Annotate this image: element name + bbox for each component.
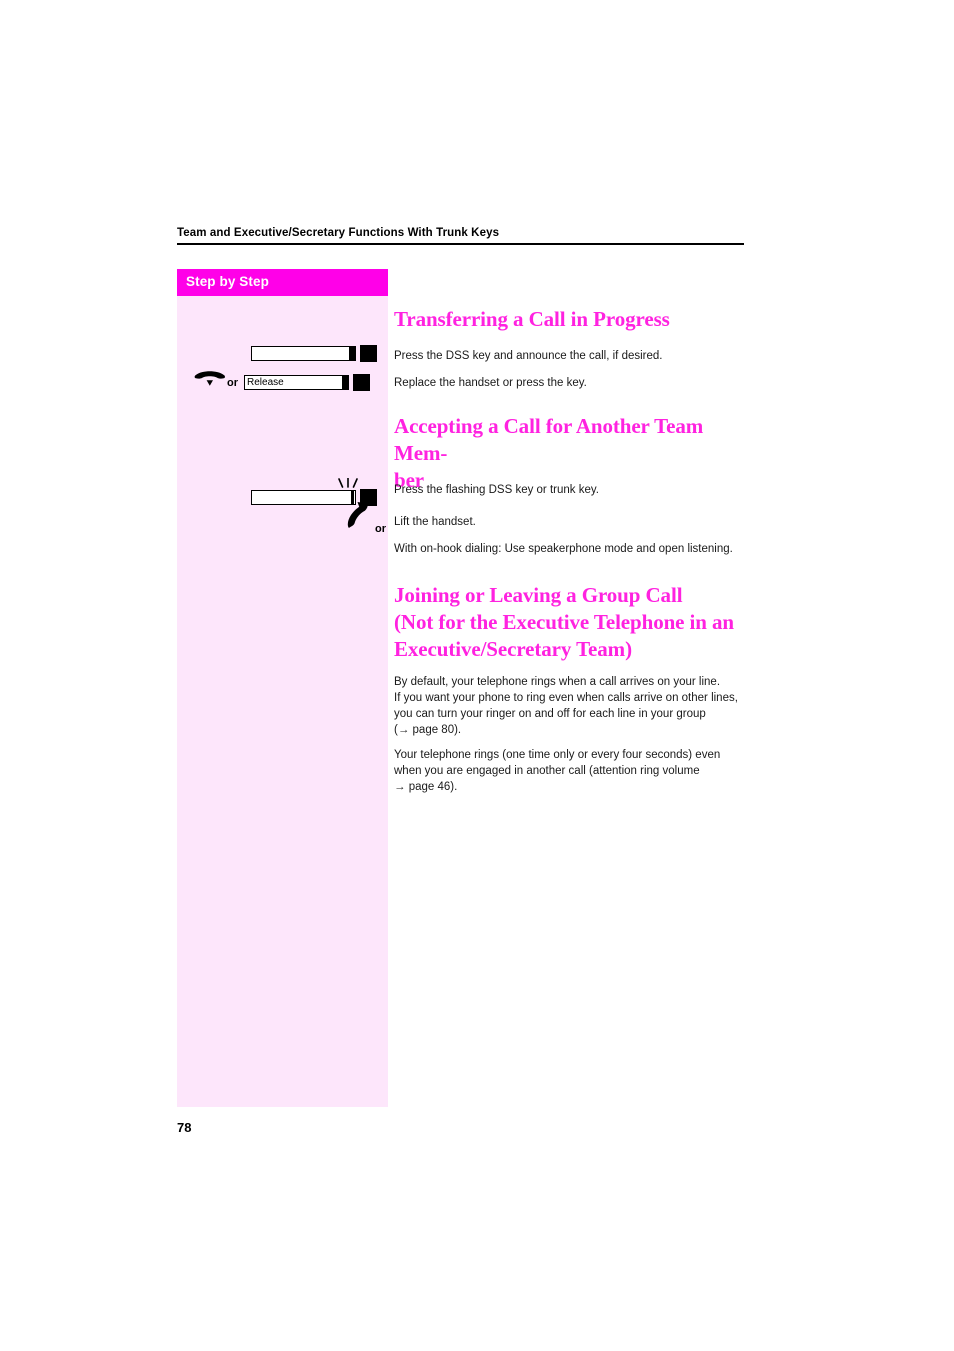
paragraph-line: Your telephone rings (one time only or e… <box>394 749 721 761</box>
paragraph-replace-handset: Replace the handset or press the key. <box>394 377 587 389</box>
icon-row-transfer-dss-key <box>251 345 377 365</box>
flashing-function-key-icon <box>251 490 356 505</box>
heading-line-1: Accepting a Call for Another Team Mem- <box>394 414 704 465</box>
paragraph-line: If you want your phone to ring even when… <box>394 692 738 704</box>
key-indicator-bar-icon <box>342 376 348 389</box>
paragraph-lift-the-handset: Lift the handset. <box>394 516 476 528</box>
paragraph-on-hook-dialing: With on-hook dialing: Use speakerphone m… <box>394 543 733 555</box>
lift-handset-icon <box>345 501 375 536</box>
section-heading-joining-or-leaving-group-call: Joining or Leaving a Group Call (Not for… <box>394 582 746 663</box>
key-indicator-icon <box>360 345 377 362</box>
running-header: Team and Executive/Secretary Functions W… <box>177 226 744 240</box>
step-by-step-sidebar: Step by Step or Release or <box>177 269 388 1107</box>
section-heading-transferring-a-call: Transferring a Call in Progress <box>394 307 670 331</box>
paragraph-line-page-ref: → page 46). <box>394 781 458 793</box>
heading-line-2: (Not for the Executive Telephone in an <box>394 610 734 634</box>
header-rule <box>177 243 744 245</box>
heading-line-1: Joining or Leaving a Group Call <box>394 583 683 607</box>
function-key-graphic <box>251 345 377 362</box>
release-key-graphic: Release <box>244 374 370 391</box>
running-header-text: Team and Executive/Secretary Functions W… <box>177 227 500 239</box>
key-indicator-icon <box>353 374 370 391</box>
paragraph-line: you can turn your ringer on and off for … <box>394 708 706 720</box>
sidebar-header-label: Step by Step <box>186 274 269 289</box>
function-key-icon: Release <box>244 375 349 390</box>
icon-row-release-key: or Release <box>193 371 370 391</box>
paragraph-ringer-default: By default, your telephone rings when a … <box>394 674 746 738</box>
paragraph-press-dss-key: Press the DSS key and announce the call,… <box>394 350 663 362</box>
sidebar-body <box>177 296 388 1107</box>
paragraph-line: when you are engaged in another call (at… <box>394 765 700 777</box>
heading-line-3: Executive/Secretary Team) <box>394 637 632 661</box>
sidebar-header-bar: Step by Step <box>177 269 388 296</box>
function-key-icon <box>251 346 356 361</box>
document-page: Team and Executive/Secretary Functions W… <box>0 0 954 1351</box>
paragraph-line-page-ref: (→ page 80). <box>394 724 462 736</box>
or-label-release: or <box>227 376 238 389</box>
replace-handset-icon <box>193 371 227 394</box>
paragraph-attention-ring: Your telephone rings (one time only or e… <box>394 747 746 795</box>
key-indicator-bar-icon <box>349 347 355 360</box>
page-number: 78 <box>177 1120 192 1135</box>
or-label-lift-handset: or <box>375 523 386 535</box>
paragraph-press-flashing-dss-key: Press the flashing DSS key or trunk key. <box>394 484 599 496</box>
paragraph-line: By default, your telephone rings when a … <box>394 676 721 688</box>
release-key-label: Release <box>247 376 284 388</box>
